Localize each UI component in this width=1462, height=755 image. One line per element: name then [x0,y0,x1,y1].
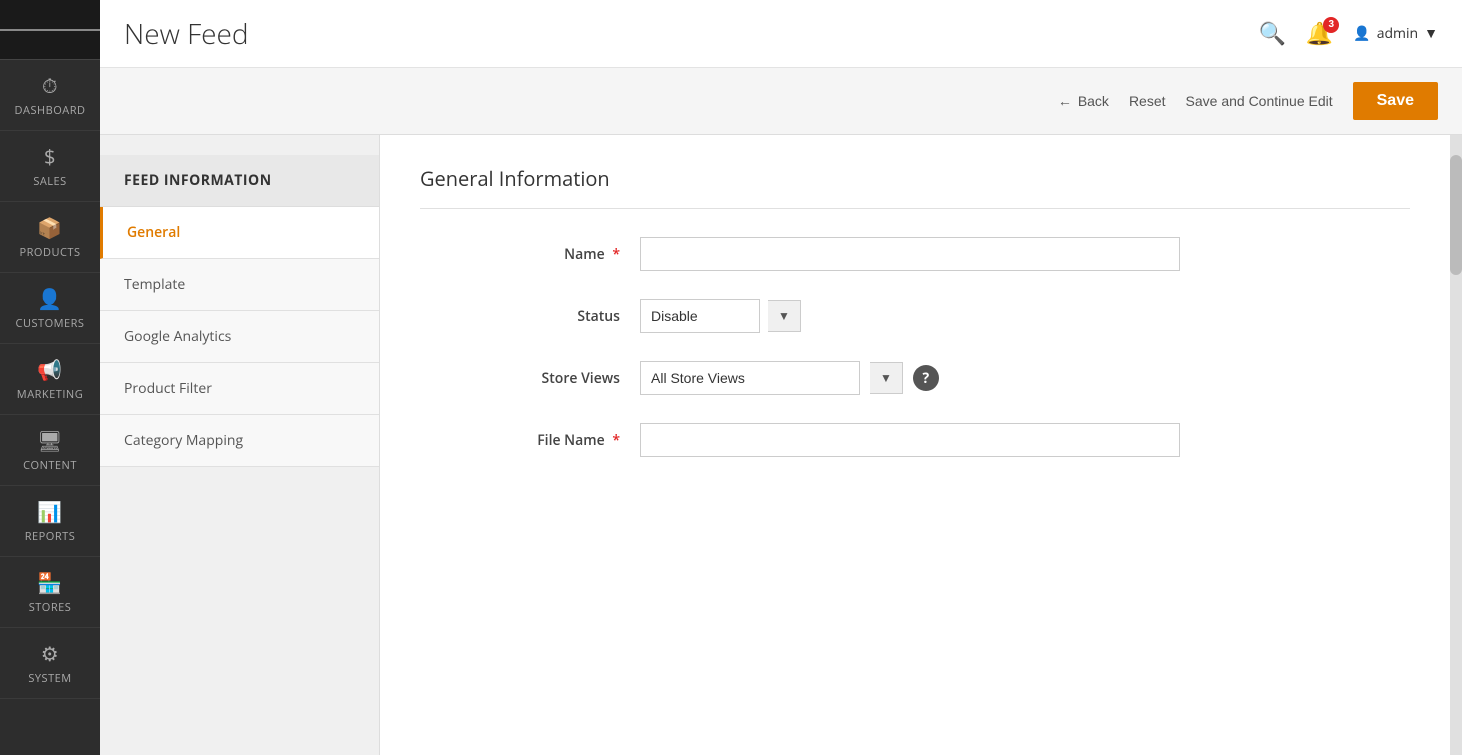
status-dropdown-arrow[interactable]: ▼ [768,300,801,332]
sidebar: ⏱ DASHBOARD $ SALES 📦 PRODUCTS 👤 CUSTOME… [0,0,100,755]
save-button[interactable]: Save [1353,82,1438,120]
store-views-select[interactable]: All Store Views [640,361,860,395]
sidebar-item-customers[interactable]: 👤 CUSTOMERS [0,273,100,344]
nav-product-filter-label: Product Filter [124,379,212,398]
file-name-required-star: * [612,431,620,450]
stores-icon: 🏪 [37,569,62,596]
sidebar-item-content[interactable]: 🖥 CONTENT [0,415,100,486]
search-icon: 🔍 [1258,21,1285,46]
content-icon: 🖥 [37,427,63,454]
sidebar-item-label: STORES [29,600,72,615]
store-views-help-icon[interactable]: ? [913,365,939,391]
sidebar-item-marketing[interactable]: 📢 MARKETING [0,344,100,415]
sidebar-item-label: REPORTS [25,529,75,544]
sidebar-item-system[interactable]: ⚙ SYSTEM [0,628,100,699]
sidebar-item-products[interactable]: 📦 PRODUCTS [0,202,100,273]
section-divider [420,208,1410,209]
name-row: Name * [420,237,1410,271]
nav-google-analytics-label: Google Analytics [124,327,231,346]
sidebar-item-stores[interactable]: 🏪 STORES [0,557,100,628]
left-nav: FEED INFORMATION General Template Google… [100,135,380,755]
nav-item-general[interactable]: General [100,207,379,259]
main-area: New Feed 🔍 🔔 3 👤 admin ▼ ← Back Reset [100,0,1462,755]
file-name-row: File Name * [420,423,1410,457]
sales-icon: $ [44,143,56,170]
user-dropdown-icon: ▼ [1424,24,1438,43]
scroll-thumb [1450,155,1462,275]
file-name-label: File Name * [420,423,620,450]
scroll-indicator [1450,135,1462,755]
nav-general-label: General [127,223,180,242]
store-views-wrapper: All Store Views ▼ ? [640,361,939,395]
form-section-title: General Information [420,165,1410,192]
sidebar-item-sales[interactable]: $ SALES [0,131,100,202]
dashboard-icon: ⏱ [42,72,58,99]
reports-icon: 📊 [37,498,62,525]
nav-item-google-analytics[interactable]: Google Analytics [100,311,379,363]
search-button[interactable]: 🔍 [1258,21,1285,47]
name-required-star: * [612,245,620,264]
sidebar-item-dashboard[interactable]: ⏱ DASHBOARD [0,60,100,131]
header-actions: 🔍 🔔 3 👤 admin ▼ [1258,21,1438,47]
back-arrow-icon: ← [1058,93,1072,109]
nav-category-mapping-label: Category Mapping [124,431,243,450]
content-area: FEED INFORMATION General Template Google… [100,135,1462,755]
back-label: Back [1078,93,1109,109]
sidebar-item-label: SYSTEM [28,671,71,686]
sidebar-item-label: MARKETING [17,387,83,402]
nav-item-product-filter[interactable]: Product Filter [100,363,379,415]
save-continue-button[interactable]: Save and Continue Edit [1186,93,1333,109]
notification-badge: 3 [1323,17,1339,33]
nav-item-template[interactable]: Template [100,259,379,311]
nav-item-category-mapping[interactable]: Category Mapping [100,415,379,467]
feed-information-title: FEED INFORMATION [100,155,379,207]
sidebar-item-label: SALES [33,174,66,189]
user-menu[interactable]: 👤 admin ▼ [1353,24,1438,43]
system-icon: ⚙ [41,640,59,667]
sidebar-logo [0,0,100,60]
name-label: Name * [420,237,620,264]
user-name: admin [1377,24,1418,43]
action-bar: ← Back Reset Save and Continue Edit Save [100,68,1462,135]
file-name-input[interactable] [640,423,1180,457]
name-input[interactable] [640,237,1180,271]
status-select-wrapper: Disable Enable ▼ [640,299,801,333]
status-row: Status Disable Enable ▼ [420,299,1410,333]
save-continue-label: Save and Continue Edit [1186,93,1333,109]
reset-label: Reset [1129,93,1166,109]
nav-template-label: Template [124,275,185,294]
sidebar-item-label: CUSTOMERS [16,316,85,331]
top-header: New Feed 🔍 🔔 3 👤 admin ▼ [100,0,1462,68]
sidebar-item-reports[interactable]: 📊 REPORTS [0,486,100,557]
sidebar-item-label: CONTENT [23,458,77,473]
sidebar-item-label: PRODUCTS [20,245,81,260]
store-views-label: Store Views [420,361,620,388]
sidebar-item-label: DASHBOARD [15,103,86,118]
status-label: Status [420,299,620,326]
back-button[interactable]: ← Back [1058,93,1109,109]
products-icon: 📦 [37,214,62,241]
store-views-dropdown-arrow[interactable]: ▼ [870,362,903,394]
status-select[interactable]: Disable Enable [640,299,760,333]
user-avatar-icon: 👤 [1353,24,1370,43]
notification-button[interactable]: 🔔 3 [1306,21,1333,47]
reset-button[interactable]: Reset [1129,93,1166,109]
store-views-row: Store Views All Store Views ▼ ? [420,361,1410,395]
marketing-icon: 📢 [37,356,62,383]
customers-icon: 👤 [37,285,62,312]
page-title: New Feed [124,15,249,53]
form-area: General Information Name * Status Disabl… [380,135,1450,755]
